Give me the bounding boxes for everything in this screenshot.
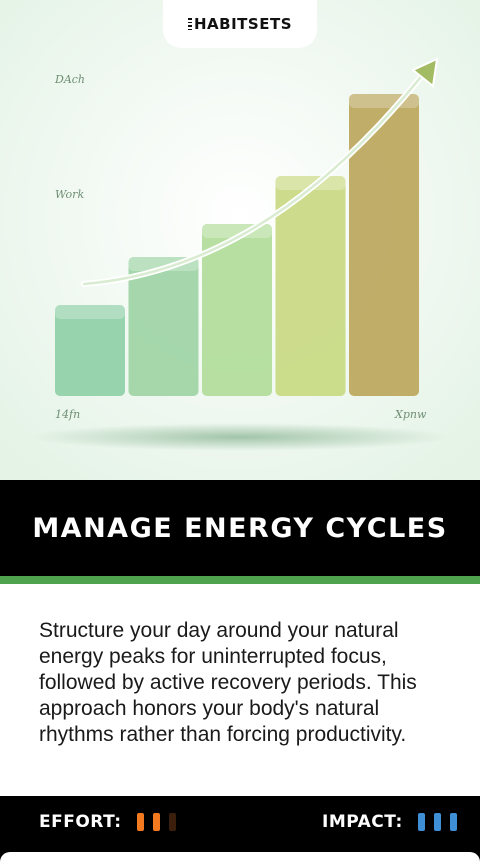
meter-pip-filled (417, 813, 425, 831)
meter-pip-filled (433, 813, 441, 831)
energy-growth-illustration: DAch Work 14fn Xpnw (0, 0, 480, 480)
axis-label-bottom-left: 14fn (55, 408, 80, 421)
meter-pip-empty (168, 813, 176, 831)
axis-label-mid: Work (55, 188, 84, 201)
effort-pips (128, 813, 176, 831)
card-bottom-edge (0, 852, 480, 864)
energy-bar-highlight (55, 305, 125, 319)
meter-pip-filled (136, 813, 144, 831)
energy-bar (349, 94, 419, 396)
accent-divider (0, 576, 480, 584)
meter-pip-filled (152, 813, 160, 831)
logo-bars-icon (188, 18, 192, 30)
impact-pips (409, 813, 457, 831)
axis-label-top: DAch (54, 73, 85, 86)
effort-label: EFFORT: (39, 812, 122, 832)
impact-meter: IMPACT: (322, 808, 457, 836)
brand-name: HABITSETS (194, 15, 292, 33)
axis-label-bottom-right: Xpnw (394, 408, 427, 421)
ground-shadow (30, 423, 450, 451)
impact-label: IMPACT: (322, 812, 403, 832)
card-title: MANAGE ENERGY CYCLES (32, 512, 448, 544)
habit-card: DAch Work 14fn Xpnw HABITSETS MANAGE ENE… (0, 0, 480, 864)
meter-pip-filled (449, 813, 457, 831)
title-bar: MANAGE ENERGY CYCLES (0, 480, 480, 576)
card-description: Structure your day around your natural e… (39, 619, 417, 746)
brand-logo: HABITSETS (163, 0, 317, 48)
effort-meter: EFFORT: (39, 808, 176, 836)
